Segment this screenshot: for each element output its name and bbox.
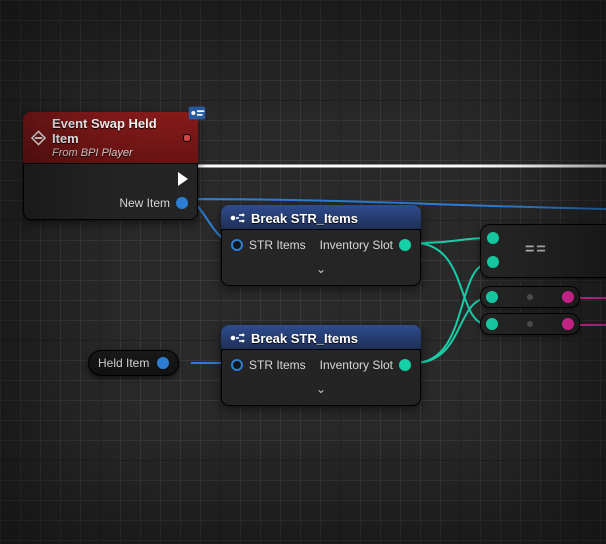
exec-arrow-icon [178,172,188,186]
event-icon [31,130,46,146]
node-break-str-items-1[interactable]: Break STR_Items STR Items Inventory Slot… [221,205,421,286]
variable-label: Held Item [98,356,149,370]
pin-label: Inventory Slot [320,358,393,372]
byte-pin-icon [487,256,499,268]
expand-struct-button[interactable]: ⌄ [231,382,411,396]
pin-in[interactable] [486,291,498,303]
pin-label: STR Items [249,358,306,372]
pin-label: New Item [119,196,170,210]
pin-str-items-in[interactable]: STR Items [231,238,306,252]
node-header[interactable]: Event Swap Held Item From BPI Player [23,112,198,164]
node-header[interactable]: Break STR_Items [221,205,421,230]
struct-pin-icon [176,197,188,209]
pin-in[interactable] [486,318,498,330]
byte-pin-icon [486,318,498,330]
struct-pin-icon [231,239,243,251]
pin-inventory-slot-out[interactable]: Inventory Slot [320,358,411,372]
pin-icon [562,318,574,330]
byte-pin-icon [487,232,499,244]
ellipsis-icon [527,294,533,300]
struct-pin-icon [157,357,169,369]
node-subtitle: From BPI Player [52,147,178,160]
node-title: Event Swap Held Item [52,117,178,147]
node-break-str-items-2[interactable]: Break STR_Items STR Items Inventory Slot… [221,325,421,406]
pin-new-item-out[interactable]: New Item [119,196,188,210]
node-title: Break STR_Items [251,211,358,226]
equals-symbol: == [525,241,548,259]
pin-label: STR Items [249,238,306,252]
interface-event-icon [186,102,208,124]
pin-str-items-in[interactable]: STR Items [231,358,306,372]
pin-out[interactable] [562,318,574,330]
struct-pin-icon [231,359,243,371]
byte-pin-icon [399,239,411,251]
node-title: Break STR_Items [251,331,358,346]
pin-icon [562,291,574,303]
node-set-member-2[interactable] [480,313,580,335]
node-header[interactable]: Break STR_Items [221,325,421,350]
expand-struct-button[interactable]: ⌄ [231,262,411,276]
break-struct-icon [229,210,245,226]
replication-indicator [184,135,190,141]
node-variable-held-item[interactable]: Held Item [88,350,179,376]
byte-pin-icon [399,359,411,371]
node-set-member-1[interactable] [480,286,580,308]
break-struct-icon [229,330,245,346]
pin-exec-out[interactable] [178,172,188,186]
node-equals[interactable]: == [480,224,606,278]
byte-pin-icon [486,291,498,303]
pin-a-in[interactable] [487,232,499,244]
pin-b-in[interactable] [487,256,499,268]
pin-label: Inventory Slot [320,238,393,252]
node-event-swap-held-item[interactable]: Event Swap Held Item From BPI Player New… [23,112,198,220]
pin-out[interactable] [562,291,574,303]
ellipsis-icon [527,321,533,327]
pin-inventory-slot-out[interactable]: Inventory Slot [320,238,411,252]
